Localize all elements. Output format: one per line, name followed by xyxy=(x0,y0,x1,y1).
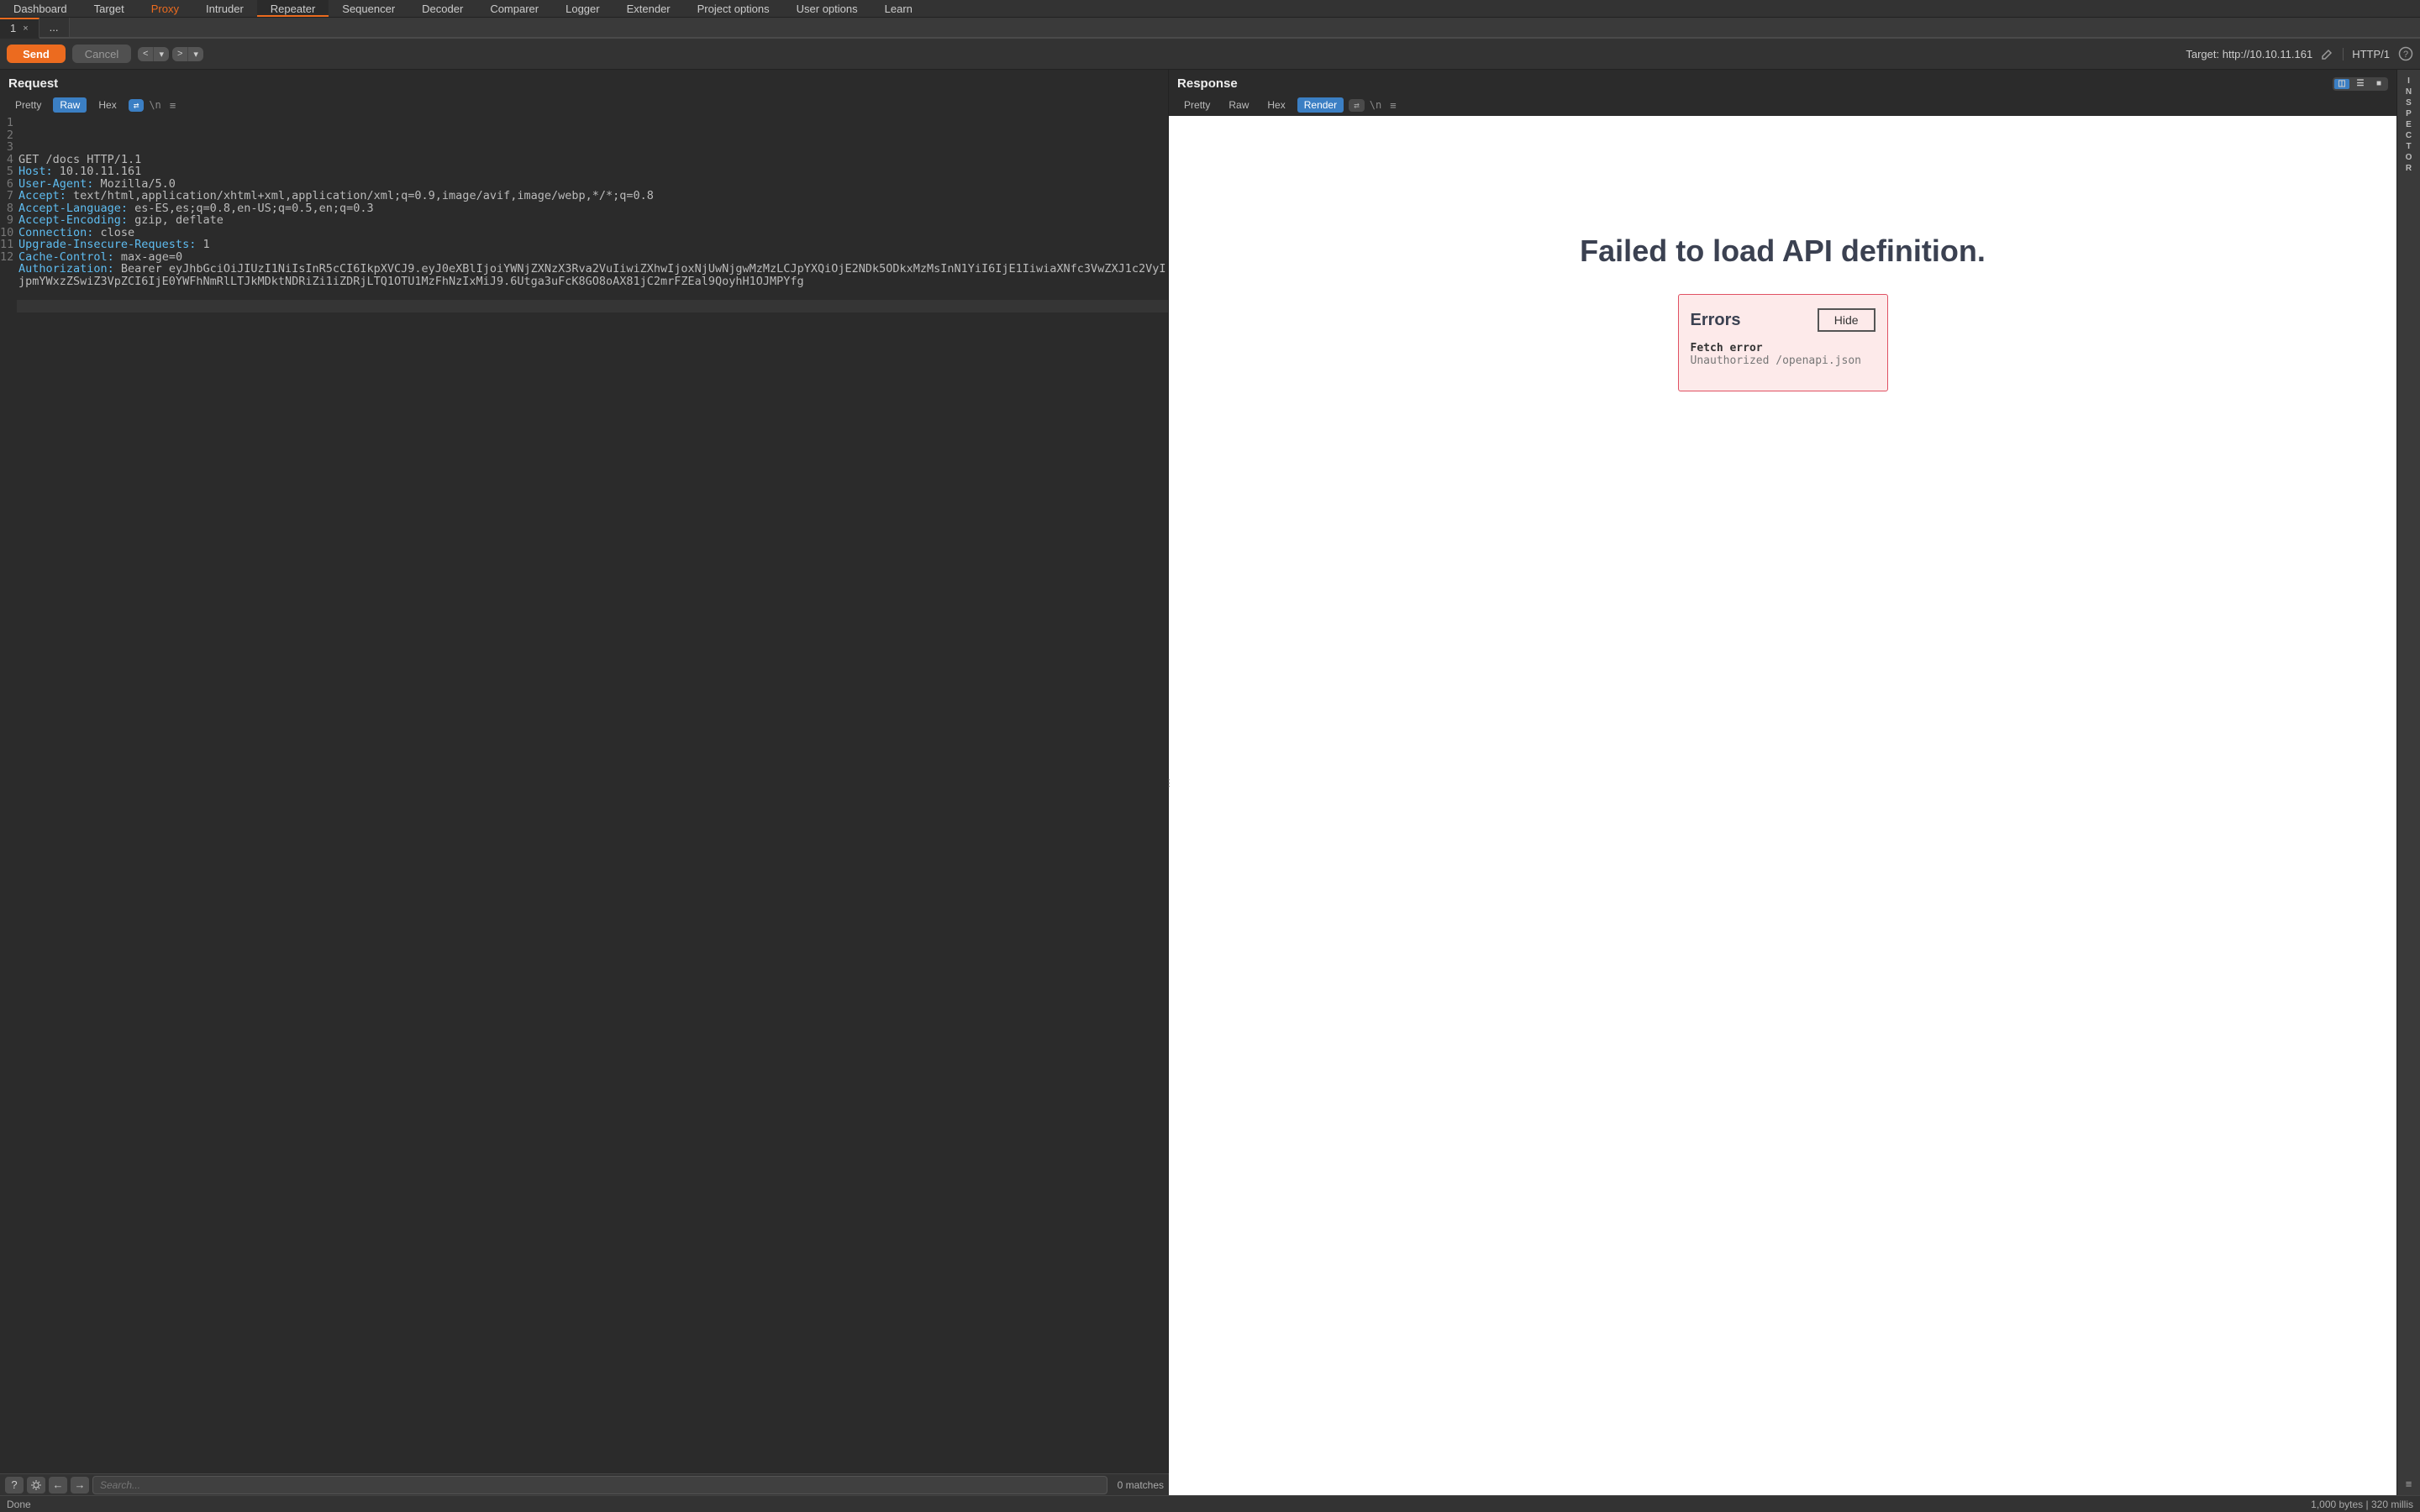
layout-single-icon[interactable]: ■ xyxy=(2371,79,2386,89)
svg-text:?: ? xyxy=(2403,50,2408,60)
history-back-button[interactable]: <▾ xyxy=(138,47,169,61)
error-box: Errors Hide Fetch error Unauthorized /op… xyxy=(1678,294,1888,391)
line-gutter: 123456789101112 xyxy=(0,116,17,1495)
menu-sequencer[interactable]: Sequencer xyxy=(329,0,408,17)
response-title: Response xyxy=(1177,76,1238,91)
menu-target[interactable]: Target xyxy=(81,0,138,17)
resp-views-pretty[interactable]: Pretty xyxy=(1177,97,1217,113)
menu-dashboard[interactable]: Dashboard xyxy=(0,0,81,17)
resp-views-raw[interactable]: Raw xyxy=(1222,97,1255,113)
request-title: Request xyxy=(8,76,58,91)
menu-comparer[interactable]: Comparer xyxy=(476,0,552,17)
req-views-pretty[interactable]: Pretty xyxy=(8,97,48,113)
response-pane: Response ◫ ☰ ■ Pretty Raw Hex Render ⇄ \n ≡ Fa… xyxy=(1169,70,2396,1495)
split-drag-handle[interactable]: ⋮ xyxy=(1164,777,1174,789)
request-pane: Request Pretty Raw Hex ⇄ \n ≡ 123456789101112… xyxy=(0,70,1169,1495)
menu-user-options[interactable]: User options xyxy=(783,0,871,17)
top-menubar: DashboardTargetProxyIntruderRepeaterSequ… xyxy=(0,0,2420,18)
search-bar: ? ← → 0 matches xyxy=(0,1473,1169,1495)
search-next-button[interactable]: → xyxy=(71,1477,89,1494)
status-left: Done xyxy=(7,1499,31,1510)
show-newlines-icon[interactable]: \n xyxy=(149,99,160,111)
resp-views-hex[interactable]: Hex xyxy=(1260,97,1292,113)
inspector-menu-icon[interactable]: ≡ xyxy=(2406,1478,2412,1490)
menu-proxy[interactable]: Proxy xyxy=(138,0,192,17)
close-icon[interactable]: × xyxy=(23,24,28,34)
render-heading: Failed to load API definition. xyxy=(1580,234,1986,269)
resp-wrap-icon[interactable]: ⇄ xyxy=(1349,99,1365,112)
menu-learn[interactable]: Learn xyxy=(871,0,926,17)
subtab-add[interactable]: ... xyxy=(39,18,70,37)
subtab-active[interactable]: 1 × xyxy=(0,18,39,39)
request-editor[interactable]: 123456789101112 GET /docs HTTP/1.1Host: … xyxy=(0,116,1168,1495)
menu-repeater[interactable]: Repeater xyxy=(257,0,329,17)
request-code[interactable]: GET /docs HTTP/1.1Host: 10.10.11.161User… xyxy=(17,116,1168,1495)
status-right: 1,000 bytes | 320 millis xyxy=(2311,1499,2413,1510)
search-settings-icon[interactable] xyxy=(27,1477,45,1494)
response-menu-icon[interactable]: ≡ xyxy=(1390,99,1397,112)
layout-horizontal-icon[interactable]: ☰ xyxy=(2353,79,2368,89)
search-input[interactable] xyxy=(92,1476,1107,1494)
menu-project-options[interactable]: Project options xyxy=(684,0,783,17)
response-format-bar: Pretty Raw Hex Render ⇄ \n ≡ xyxy=(1169,96,2396,116)
subtab-bar: 1 × ... xyxy=(0,18,2420,39)
search-prev-button[interactable]: ← xyxy=(49,1477,67,1494)
layout-split-icon[interactable]: ◫ xyxy=(2334,79,2349,89)
menu-decoder[interactable]: Decoder xyxy=(408,0,476,17)
wrap-toggle-icon[interactable]: ⇄ xyxy=(129,99,145,112)
status-bar: Done 1,000 bytes | 320 millis xyxy=(0,1495,2420,1512)
menu-logger[interactable]: Logger xyxy=(552,0,613,17)
req-views-hex[interactable]: Hex xyxy=(92,97,123,113)
inspector-label: INSPECTOR xyxy=(2404,76,2413,175)
subtab-dots: ... xyxy=(50,21,59,34)
help-icon[interactable]: ? xyxy=(2398,46,2413,61)
resp-newlines-icon[interactable]: \n xyxy=(1370,99,1381,111)
target-label: Target: http://10.10.11.161 xyxy=(2186,48,2312,60)
error-detail: Unauthorized /openapi.json xyxy=(1691,354,1876,367)
layout-toggle: ◫ ☰ ■ xyxy=(2333,77,2388,91)
search-matches: 0 matches xyxy=(1118,1479,1164,1491)
edit-target-icon[interactable] xyxy=(2321,47,2334,60)
inspector-rail[interactable]: INSPECTOR ≡ xyxy=(2396,70,2420,1495)
subtab-label: 1 xyxy=(10,22,16,34)
hide-button[interactable]: Hide xyxy=(1818,308,1876,332)
http-version-label[interactable]: HTTP/1 xyxy=(2343,48,2390,60)
request-menu-icon[interactable]: ≡ xyxy=(170,99,176,112)
resp-views-render[interactable]: Render xyxy=(1297,97,1344,113)
error-type: Fetch error xyxy=(1691,342,1876,354)
menu-intruder[interactable]: Intruder xyxy=(192,0,257,17)
send-button[interactable]: Send xyxy=(7,45,66,63)
errors-title: Errors xyxy=(1691,311,1741,330)
req-views-raw[interactable]: Raw xyxy=(53,97,87,113)
request-format-bar: Pretty Raw Hex ⇄ \n ≡ xyxy=(0,96,1168,116)
menu-extender[interactable]: Extender xyxy=(613,0,684,17)
response-render: Failed to load API definition. Errors Hi… xyxy=(1169,116,2396,1495)
main-split: Request Pretty Raw Hex ⇄ \n ≡ 123456789101112… xyxy=(0,70,2420,1495)
cancel-button[interactable]: Cancel xyxy=(72,45,131,63)
search-help-icon[interactable]: ? xyxy=(5,1477,24,1494)
repeater-toolbar: Send Cancel <▾ >▾ Target: http://10.10.1… xyxy=(0,39,2420,70)
history-forward-button[interactable]: >▾ xyxy=(172,47,203,61)
